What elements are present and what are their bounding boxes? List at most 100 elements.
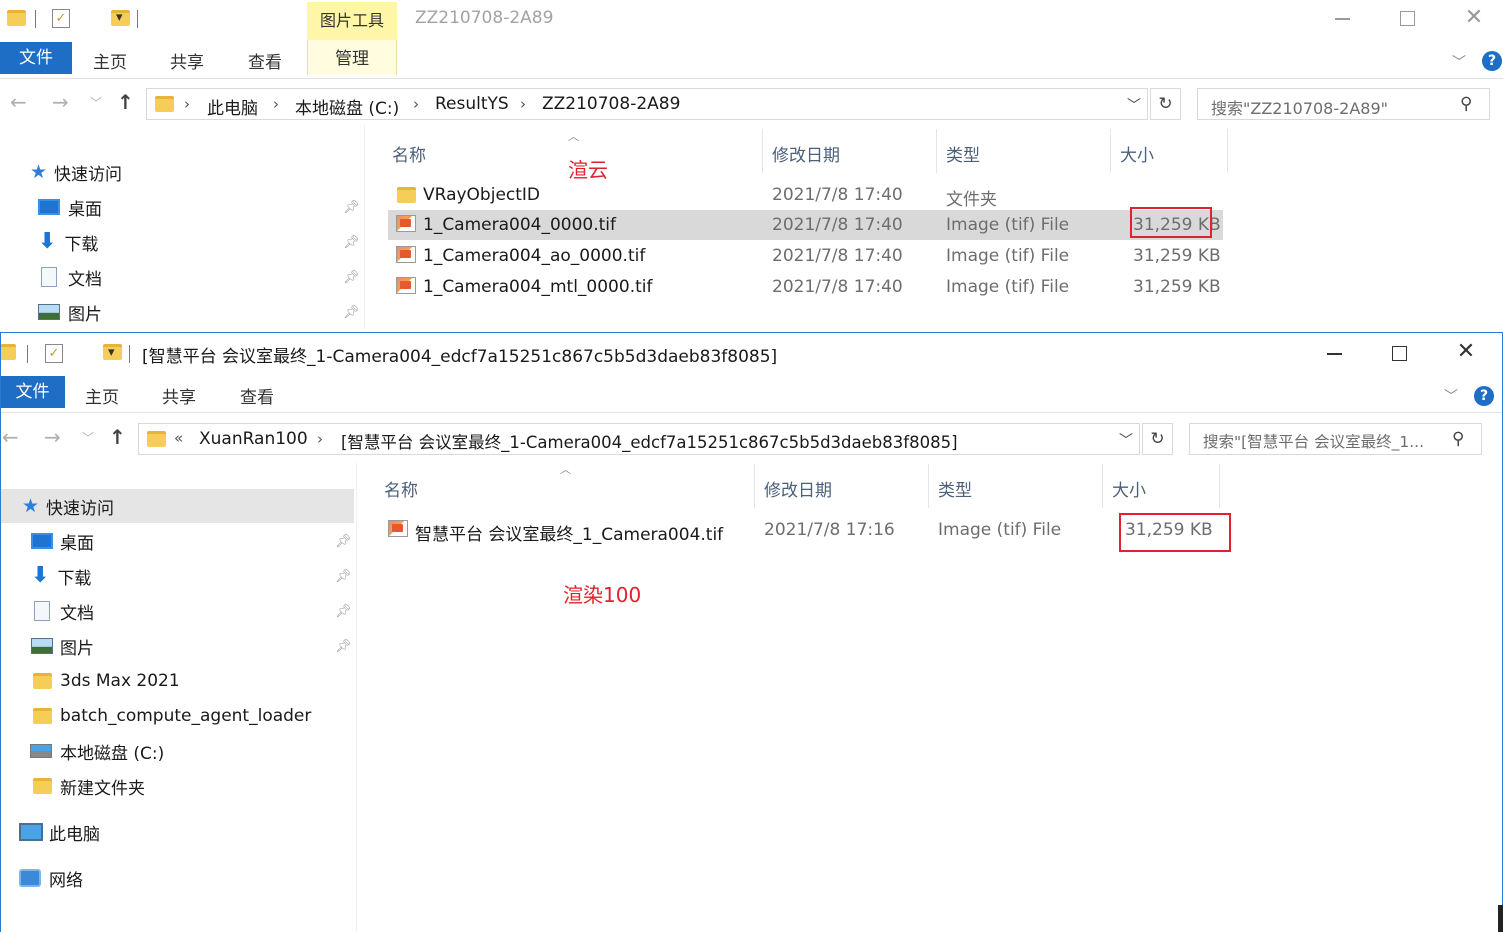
- recent-chevron-icon[interactable]: ﹀: [90, 94, 102, 111]
- column-header-size[interactable]: 大小: [1120, 141, 1154, 166]
- file-row[interactable]: 1_Camera004_mtl_0000.tif 2021/7/8 17:40 …: [388, 272, 1223, 302]
- qat-dropdown-icon[interactable]: ▾: [108, 345, 115, 360]
- column-header-name[interactable]: 名称: [392, 141, 426, 166]
- column-divider[interactable]: [1110, 129, 1111, 173]
- nav-pictures[interactable]: 图片: [1, 629, 354, 663]
- column-divider[interactable]: [1219, 464, 1220, 508]
- properties-icon[interactable]: ✓: [52, 9, 70, 28]
- address-dropdown-icon[interactable]: ﹀: [1127, 95, 1141, 115]
- breadcrumb-resultys[interactable]: ResultYS: [435, 94, 509, 114]
- pin-icon[interactable]: 📌︎: [343, 305, 360, 320]
- search-input[interactable]: 搜索"[智慧平台 会议室最终_1... ⚲: [1189, 423, 1482, 455]
- pin-icon[interactable]: 📌︎: [335, 604, 352, 619]
- folder-icon: [33, 673, 52, 689]
- nav-folder-3dsmax[interactable]: 3ds Max 2021: [1, 664, 354, 698]
- column-header-type[interactable]: 类型: [938, 476, 972, 501]
- pin-icon[interactable]: 📌︎: [343, 200, 360, 215]
- pin-icon[interactable]: 📌︎: [335, 534, 352, 549]
- nav-local-disk[interactable]: 本地磁盘 (C:): [1, 734, 354, 768]
- nav-this-pc[interactable]: 此电脑: [1, 815, 354, 849]
- close-button[interactable]: ✕: [1451, 3, 1497, 33]
- breadcrumb-xuanran100[interactable]: XuanRan100: [199, 429, 308, 449]
- nav-desktop[interactable]: 桌面: [1, 524, 354, 558]
- file-tab[interactable]: 文件: [1, 376, 65, 408]
- forward-arrow-icon[interactable]: →: [52, 90, 69, 114]
- maximize-button[interactable]: [1392, 346, 1407, 361]
- nav-documents[interactable]: 文档: [1, 594, 354, 628]
- refresh-button[interactable]: ↻: [1142, 423, 1173, 455]
- chevron-down-icon[interactable]: ﹀: [1452, 52, 1466, 72]
- nav-quick-access[interactable]: ★ 快速访问: [1, 489, 354, 523]
- refresh-button[interactable]: ↻: [1150, 88, 1181, 120]
- recent-chevron-icon[interactable]: ﹀: [82, 429, 94, 446]
- tab-view[interactable]: 查看: [235, 48, 295, 73]
- column-divider[interactable]: [762, 129, 763, 173]
- search-input[interactable]: 搜索"ZZ210708-2A89" ⚲: [1197, 88, 1490, 120]
- nav-quick-access[interactable]: ★ 快速访问: [0, 155, 360, 189]
- nav-documents[interactable]: 文档: [0, 260, 360, 294]
- pin-icon[interactable]: 📌︎: [335, 639, 352, 654]
- tab-share[interactable]: 共享: [157, 48, 217, 73]
- help-icon[interactable]: ?: [1482, 51, 1502, 71]
- column-divider[interactable]: [936, 129, 937, 173]
- nav-desktop[interactable]: 桌面: [0, 190, 360, 224]
- column-divider[interactable]: [1102, 464, 1103, 508]
- address-dropdown-icon[interactable]: ﹀: [1119, 430, 1133, 450]
- back-arrow-icon[interactable]: ←: [2, 425, 19, 449]
- tab-share[interactable]: 共享: [149, 383, 209, 408]
- tab-home[interactable]: 主页: [72, 383, 132, 408]
- tab-manage[interactable]: 管理: [307, 40, 397, 75]
- column-divider[interactable]: [754, 464, 755, 508]
- chevron-down-icon[interactable]: ﹀: [1444, 386, 1458, 406]
- address-bar[interactable]: « XuanRan100 › [智慧平台 会议室最终_1-Camera004_e…: [138, 423, 1140, 455]
- back-arrow-icon[interactable]: ←: [10, 90, 27, 114]
- close-button[interactable]: ✕: [1443, 337, 1489, 367]
- column-header-modified[interactable]: 修改日期: [772, 141, 840, 166]
- column-header-size[interactable]: 大小: [1112, 476, 1146, 501]
- tab-home[interactable]: 主页: [80, 48, 140, 73]
- breadcrumb-separator[interactable]: ›: [317, 430, 323, 448]
- breadcrumb-separator[interactable]: ›: [413, 95, 419, 113]
- file-row[interactable]: 智慧平台 会议室最终_1_Camera004.tif 2021/7/8 17:1…: [380, 515, 1215, 545]
- nav-pictures[interactable]: 图片: [0, 295, 360, 329]
- forward-arrow-icon[interactable]: →: [44, 425, 61, 449]
- download-icon: ⬇: [31, 563, 50, 588]
- breadcrumb-local-disk[interactable]: 本地磁盘 (C:): [295, 94, 399, 119]
- pin-icon[interactable]: 📌︎: [343, 235, 360, 250]
- nav-folder-batch-compute[interactable]: batch_compute_agent_loader: [1, 699, 354, 733]
- picture-tools-header: 图片工具: [307, 2, 397, 40]
- minimize-button[interactable]: [1327, 353, 1342, 355]
- overflow-chevron-icon[interactable]: «: [174, 429, 183, 447]
- minimize-button[interactable]: [1335, 18, 1350, 20]
- nav-downloads[interactable]: ⬇ 下载: [1, 559, 354, 593]
- nav-downloads[interactable]: ⬇ 下载: [0, 225, 360, 259]
- column-divider[interactable]: [1227, 129, 1228, 173]
- properties-icon[interactable]: ✓: [45, 344, 63, 363]
- breadcrumb-separator[interactable]: ›: [184, 95, 190, 113]
- qat-dropdown-icon[interactable]: ▾: [116, 10, 123, 25]
- breadcrumb-this-pc[interactable]: 此电脑: [207, 94, 258, 119]
- breadcrumb-separator[interactable]: ›: [520, 95, 526, 113]
- breadcrumb-separator[interactable]: ›: [273, 95, 279, 113]
- up-arrow-icon[interactable]: ↑: [109, 425, 126, 449]
- breadcrumb-current[interactable]: [智慧平台 会议室最终_1-Camera004_edcf7a15251c867c…: [341, 429, 958, 453]
- file-row[interactable]: 1_Camera004_ao_0000.tif 2021/7/8 17:40 I…: [388, 241, 1223, 271]
- file-tab[interactable]: 文件: [0, 42, 72, 74]
- breadcrumb-current[interactable]: ZZ210708-2A89: [542, 94, 680, 114]
- maximize-button[interactable]: [1400, 11, 1415, 26]
- column-header-type[interactable]: 类型: [946, 141, 980, 166]
- address-bar[interactable]: › 此电脑 › 本地磁盘 (C:) › ResultYS › ZZ210708-…: [146, 88, 1148, 120]
- network-icon: [19, 869, 41, 887]
- column-divider[interactable]: [928, 464, 929, 508]
- tab-view[interactable]: 查看: [227, 383, 287, 408]
- pin-icon[interactable]: 📌︎: [335, 569, 352, 584]
- file-row[interactable]: 1_Camera004_0000.tif 2021/7/8 17:40 Imag…: [388, 210, 1223, 240]
- column-header-name[interactable]: 名称: [384, 476, 418, 501]
- column-header-modified[interactable]: 修改日期: [764, 476, 832, 501]
- pin-icon[interactable]: 📌︎: [343, 270, 360, 285]
- nav-network[interactable]: 网络: [1, 861, 354, 895]
- file-row[interactable]: VRayObjectID 2021/7/8 17:40 文件夹: [388, 180, 1223, 210]
- up-arrow-icon[interactable]: ↑: [117, 90, 134, 114]
- nav-new-folder[interactable]: 新建文件夹: [1, 769, 354, 803]
- help-icon[interactable]: ?: [1474, 386, 1494, 406]
